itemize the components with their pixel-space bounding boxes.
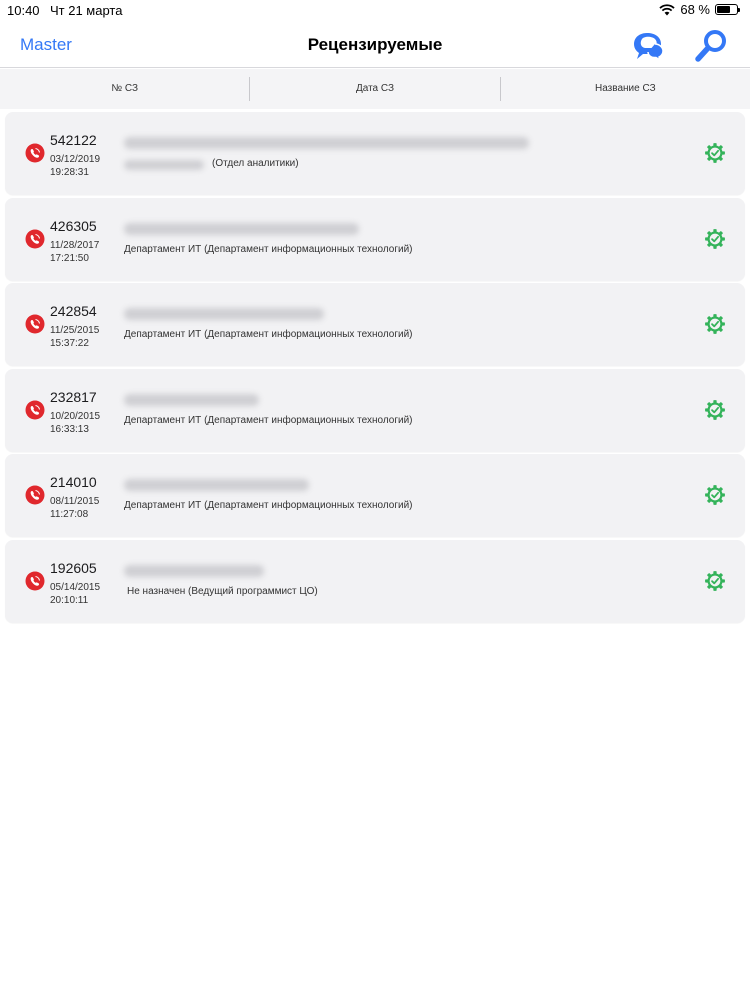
department: Департамент ИТ (Департамент информационн… xyxy=(124,329,413,341)
document-time: 20:10:11 xyxy=(50,594,89,606)
document-datetime: 11/25/2015 15:37:22 xyxy=(50,324,99,350)
document-time: 19:28:31 xyxy=(50,167,89,178)
battery-percent: 68 % xyxy=(680,2,710,17)
wifi-icon xyxy=(659,3,675,15)
department: Департамент ИТ (Департамент информационн… xyxy=(124,414,413,426)
priority-phone-icon xyxy=(25,571,45,591)
document-time: 15:37:22 xyxy=(50,338,89,350)
priority-phone-icon xyxy=(25,143,45,163)
document-number: 192605 xyxy=(50,559,97,576)
document-time: 16:33:13 xyxy=(50,423,89,435)
document-time: 17:21:50 xyxy=(50,252,89,264)
list-item[interactable]: 426305 11/28/2017 17:21:50 Департамент И… xyxy=(5,197,745,281)
document-time: 11:27:08 xyxy=(50,509,89,521)
document-number: 542122 xyxy=(50,132,97,148)
status-time: 10:40 xyxy=(7,3,40,18)
document-datetime: 05/14/2015 20:10:11 xyxy=(50,581,100,607)
approved-gear-check-icon xyxy=(705,571,725,591)
priority-phone-icon xyxy=(25,485,45,505)
document-datetime: 10/20/2015 16:33:13 xyxy=(50,410,100,436)
blurred-subject xyxy=(124,479,309,492)
approved-gear-check-icon xyxy=(705,399,725,420)
chat-icon[interactable] xyxy=(630,28,666,62)
list-item[interactable]: 232817 10/20/2015 16:33:13 Департамент И… xyxy=(5,368,745,452)
search-icon[interactable] xyxy=(693,26,731,64)
list-item[interactable]: 542122 03/12/2019 19:28:31 (Отдел аналит… xyxy=(5,112,745,195)
document-datetime: 03/12/2019 19:28:31 xyxy=(50,153,100,179)
document-date: 08/11/2015 xyxy=(50,496,100,508)
blurred-subject xyxy=(124,137,529,149)
battery-icon xyxy=(715,4,740,15)
blurred-subject xyxy=(124,222,359,235)
master-back-button[interactable]: Master xyxy=(20,35,72,55)
column-date[interactable]: Дата СЗ xyxy=(249,77,499,101)
list-item[interactable]: 214010 08/11/2015 11:27:08 Департамент И… xyxy=(5,454,745,538)
status-bar: 10:40 Чт 21 марта 68 % xyxy=(0,0,750,22)
status-right: 68 % xyxy=(659,2,740,17)
document-number: 426305 xyxy=(50,217,97,234)
document-date: 03/12/2019 xyxy=(50,154,101,165)
list-item[interactable]: 192605 05/14/2015 20:10:11 Не назначен (… xyxy=(5,539,745,623)
column-number[interactable]: № СЗ xyxy=(0,77,249,101)
column-title[interactable]: Название СЗ xyxy=(499,77,750,101)
department: Не назначен (Ведущий программист ЦО) xyxy=(127,585,318,597)
blurred-author xyxy=(124,160,204,170)
document-date: 10/20/2015 xyxy=(50,410,101,422)
blurred-subject xyxy=(124,393,259,406)
status-date: Чт 21 марта xyxy=(50,3,123,18)
column-header: № СЗ Дата СЗ Название СЗ xyxy=(0,69,750,109)
approved-gear-check-icon xyxy=(705,314,725,335)
blurred-subject xyxy=(124,564,264,577)
document-date: 05/14/2015 xyxy=(50,581,101,593)
document-date: 11/25/2015 xyxy=(50,325,100,337)
document-date: 11/28/2017 xyxy=(50,239,100,251)
department: (Отдел аналитики) xyxy=(212,158,299,169)
document-number: 232817 xyxy=(50,388,97,405)
department: Департамент ИТ (Департамент информационн… xyxy=(124,243,413,255)
priority-phone-icon xyxy=(25,314,45,334)
priority-phone-icon xyxy=(25,229,45,249)
approved-gear-check-icon xyxy=(705,485,725,506)
document-list: 542122 03/12/2019 19:28:31 (Отдел аналит… xyxy=(5,112,745,626)
document-number: 242854 xyxy=(50,303,97,320)
document-datetime: 11/28/2017 17:21:50 xyxy=(50,239,99,265)
navigation-bar: Master Рецензируемые xyxy=(0,22,750,68)
approved-gear-check-icon xyxy=(705,228,725,249)
approved-gear-check-icon xyxy=(705,143,725,163)
document-number: 214010 xyxy=(50,474,97,491)
document-datetime: 08/11/2015 11:27:08 xyxy=(50,495,99,521)
priority-phone-icon xyxy=(25,400,45,420)
department: Департамент ИТ (Департамент информационн… xyxy=(124,500,413,512)
blurred-subject xyxy=(124,308,324,321)
list-item[interactable]: 242854 11/25/2015 15:37:22 Департамент И… xyxy=(5,283,745,367)
